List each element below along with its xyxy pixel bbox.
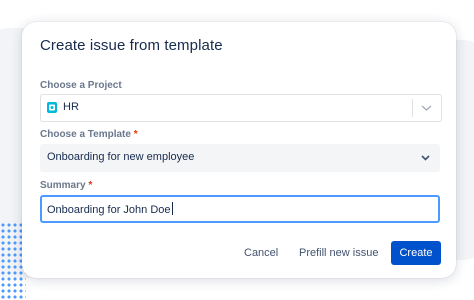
prefill-new-issue-button[interactable]: Prefill new issue [299, 247, 378, 259]
summary-input[interactable]: Onboarding for John Doe [40, 195, 440, 223]
project-field-label: Choose a Project [40, 80, 122, 91]
project-label-text: Choose a Project [40, 80, 122, 91]
required-marker: * [133, 129, 138, 140]
dialog-title: Create issue from template [40, 37, 223, 54]
select-divider [412, 99, 413, 117]
project-selected-value: HR [63, 101, 79, 113]
template-label-text: Choose a Template [40, 129, 131, 140]
summary-input-value: Onboarding for John Doe [47, 202, 173, 216]
chevron-down-icon [421, 155, 430, 161]
summary-text: Onboarding for John Doe [47, 204, 171, 216]
project-avatar-icon [47, 102, 57, 113]
required-marker: * [88, 180, 93, 191]
text-caret [171, 202, 173, 215]
project-select[interactable]: HR [40, 94, 442, 122]
template-field-label: Choose a Template * [40, 129, 138, 140]
cancel-button[interactable]: Cancel [244, 247, 278, 259]
summary-label-text: Summary [40, 180, 86, 191]
create-issue-dialog: Create issue from template Choose a Proj… [22, 22, 456, 278]
chevron-down-icon[interactable] [420, 103, 433, 113]
create-button[interactable]: Create [391, 241, 441, 265]
summary-field-label: Summary * [40, 180, 92, 191]
template-select[interactable]: Onboarding for new employee [40, 144, 440, 172]
template-selected-value: Onboarding for new employee [47, 151, 195, 163]
